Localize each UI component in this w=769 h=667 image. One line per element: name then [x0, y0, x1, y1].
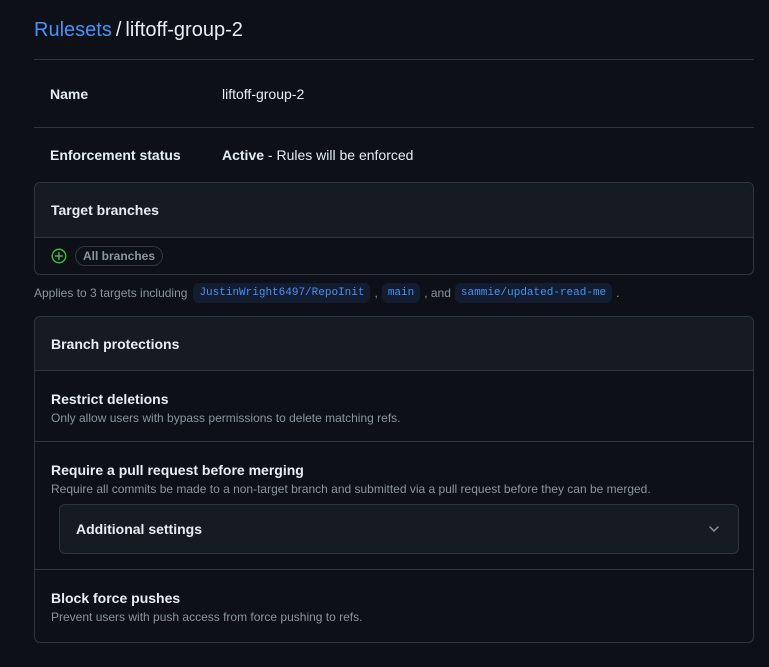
name-value: liftoff-group-2	[222, 85, 305, 102]
target-code: main	[381, 283, 421, 303]
separator-and: , and	[424, 286, 451, 300]
target-branches-panel: Target branches All branches	[34, 182, 754, 275]
additional-settings-toggle[interactable]: Additional settings	[59, 504, 739, 554]
additional-settings-label: Additional settings	[76, 521, 202, 537]
enforcement-status: Active	[222, 147, 265, 163]
chevron-down-icon	[706, 521, 722, 537]
rule-block-force-pushes: Block force pushes Prevent users with pu…	[35, 570, 753, 642]
name-row: Name liftoff-group-2	[34, 60, 754, 128]
target-branches-title: Target branches	[35, 183, 753, 238]
rule-description: Only allow users with bypass permissions…	[51, 411, 401, 425]
rule-title: Restrict deletions	[51, 391, 169, 407]
rule-title: Block force pushes	[51, 590, 181, 606]
rule-description: Prevent users with push access from forc…	[51, 610, 363, 624]
enforcement-label: Enforcement status	[50, 147, 181, 163]
applies-to-targets: Applies to 3 targets including JustinWri…	[34, 281, 754, 305]
target-branches-body: All branches	[35, 238, 753, 274]
ruleset-page: Rulesets / liftoff-group-2 Name liftoff-…	[34, 0, 754, 643]
breadcrumb-separator: /	[115, 19, 122, 41]
breadcrumb: Rulesets / liftoff-group-2	[34, 0, 754, 60]
separator-comma: ,	[374, 286, 378, 300]
all-branches-pill: All branches	[75, 246, 164, 266]
rule-description: Require all commits be made to a non-tar…	[51, 482, 651, 496]
enforcement-suffix: - Rules will be enforced	[264, 147, 414, 163]
branch-protections-title: Branch protections	[35, 317, 753, 371]
branch-protections-panel: Branch protections Restrict deletions On…	[34, 316, 754, 643]
breadcrumb-rulesets-link[interactable]: Rulesets	[34, 19, 112, 42]
page-title: liftoff-group-2	[125, 19, 243, 41]
rule-require-pull-request: Require a pull request before merging Re…	[35, 442, 753, 570]
applies-prefix: Applies to 3 targets including	[34, 286, 188, 300]
rule-restrict-deletions: Restrict deletions Only allow users with…	[35, 371, 753, 442]
separator-period: .	[616, 286, 620, 300]
target-code: sammie/updated-read-me	[454, 283, 613, 303]
target-code: JustinWright6497/RepoInit	[193, 283, 371, 303]
enforcement-row: Enforcement status Active - Rules will b…	[34, 128, 754, 182]
rule-title: Require a pull request before merging	[51, 462, 304, 478]
enforcement-value: Active - Rules will be enforced	[222, 147, 413, 163]
plus-circle-icon	[51, 248, 67, 264]
name-label: Name	[50, 85, 89, 102]
